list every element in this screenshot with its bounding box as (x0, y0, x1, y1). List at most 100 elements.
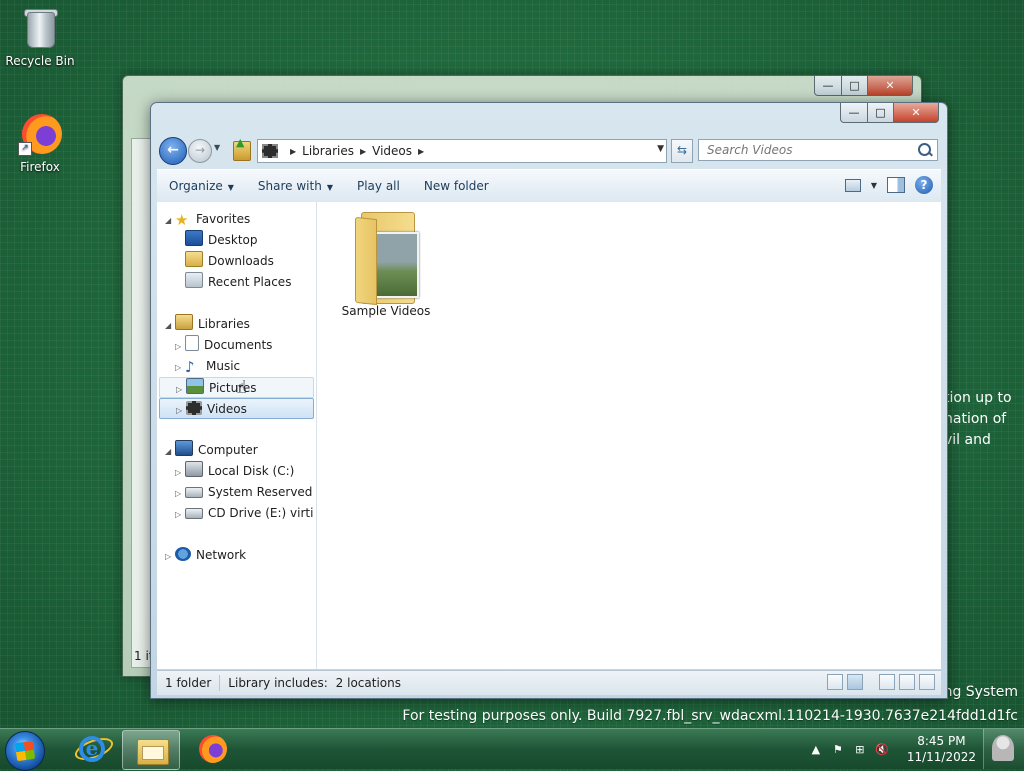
expand-arrow-icon[interactable]: ▷ (165, 546, 175, 566)
search-box[interactable] (698, 139, 938, 161)
nav-local-disk-c[interactable]: ▷ Local Disk (C:) (175, 461, 313, 482)
chevron-right-icon[interactable]: ▶ (360, 147, 366, 156)
system-tray: ▲ ⚑ ⊞ 🔇 8:45 PM 11/11/2022 (809, 729, 976, 769)
taskbar-internet-explorer[interactable]: e (62, 730, 118, 768)
address-bar[interactable]: ▶ Libraries ▶ Videos ▶ ▼ (257, 139, 667, 163)
nav-cd-drive-e[interactable]: ▷CD Drive (E:) virtio-v (175, 503, 313, 524)
library-locations-link[interactable]: 2 locations (336, 676, 401, 690)
breadcrumb-libraries[interactable]: Libraries (302, 144, 354, 158)
drive-icon (185, 487, 203, 498)
navigation-pane: ◢ ★ Favorites Desktop Downloads Recent Pla… (157, 202, 317, 669)
layout-details-pane-icon[interactable] (899, 674, 915, 690)
expand-arrow-icon[interactable]: ▷ (176, 400, 186, 418)
recent-pages-dropdown[interactable]: ▼ (214, 143, 224, 153)
nav-system-reserved-d[interactable]: ▷System Reserved (D: (175, 482, 313, 503)
volume-muted-icon[interactable]: 🔇 (875, 742, 889, 756)
file-list: Sample Videos (317, 202, 941, 669)
expand-arrow-icon[interactable]: ▷ (175, 483, 185, 503)
close-button[interactable]: ✕ (868, 76, 913, 96)
local-disk-icon (185, 461, 203, 477)
nav-music[interactable]: ▷ ♪ Music (175, 356, 313, 377)
firefox-icon: ↗ (18, 112, 62, 156)
action-center-flag-icon[interactable]: ⚑ (831, 742, 845, 756)
hand-cursor-icon: ☝ (236, 377, 247, 398)
network-tray-icon[interactable]: ⊞ (853, 742, 867, 756)
command-bar: Organize ▼ Share with ▼ Play all New folde… (157, 169, 941, 203)
organize-button[interactable]: Organize ▼ (157, 179, 246, 193)
nav-videos[interactable]: ▷ Videos (159, 398, 314, 419)
expand-arrow-icon[interactable]: ▷ (175, 336, 185, 356)
maximize-button[interactable]: □ (868, 103, 894, 123)
clock[interactable]: 8:45 PM 11/11/2022 (907, 733, 976, 765)
folder-item[interactable]: Sample Videos (341, 208, 431, 318)
help-icon[interactable]: ? (915, 176, 933, 194)
background-text: tion up to nation of vil and (944, 390, 1012, 448)
desktop-icon-recycle-bin[interactable]: Recycle Bin (0, 6, 80, 68)
breadcrumb-videos[interactable]: Videos (372, 144, 412, 158)
chevron-right-icon[interactable]: ▶ (418, 147, 424, 156)
nav-documents[interactable]: ▷ Documents (175, 335, 313, 356)
nav-network[interactable]: ▷ Network (165, 545, 313, 566)
change-view-icon[interactable] (844, 178, 861, 192)
new-folder-button[interactable]: New folder (412, 179, 501, 193)
up-folder-icon[interactable] (233, 136, 251, 161)
chevron-right-icon[interactable]: ▶ (290, 147, 296, 156)
desktop-icon (185, 230, 203, 246)
nav-downloads[interactable]: Downloads (185, 251, 313, 272)
minimize-button[interactable]: — (814, 76, 842, 96)
desktop-icon-label: Recycle Bin (5, 54, 75, 68)
downloads-icon (185, 251, 203, 267)
refresh-button[interactable]: ⇆ (671, 139, 693, 163)
show-hidden-icons-icon[interactable]: ▲ (809, 742, 823, 756)
search-icon[interactable] (918, 143, 931, 156)
nav-recent-places[interactable]: Recent Places (185, 272, 313, 293)
shortcut-arrow-icon: ↗ (18, 142, 32, 156)
windows-explorer-icon (137, 739, 169, 765)
clock-date: 11/11/2022 (906, 750, 976, 764)
back-button[interactable]: ← (159, 137, 187, 165)
pictures-icon (186, 378, 204, 394)
cd-drive-icon (185, 508, 203, 519)
nav-libraries[interactable]: ◢ Libraries (165, 314, 313, 335)
view-switcher (827, 674, 935, 690)
user-account-icon[interactable] (983, 729, 1024, 769)
chevron-down-icon[interactable]: ▼ (871, 181, 877, 190)
music-note-icon: ♪ (185, 358, 195, 376)
expand-arrow-icon[interactable]: ▷ (175, 462, 185, 482)
taskbar-firefox[interactable] (184, 730, 240, 768)
desktop-icon-firefox[interactable]: ↗ Firefox (0, 112, 80, 174)
minimize-button[interactable]: — (840, 103, 868, 123)
clock-time: 8:45 PM (917, 734, 966, 748)
expand-arrow-icon[interactable]: ▷ (176, 379, 186, 397)
expand-arrow-icon[interactable]: ◢ (165, 210, 175, 230)
chevron-down-icon: ▼ (227, 183, 234, 192)
search-input[interactable] (699, 140, 907, 160)
address-row: ← → ▼ ▶ Libraries ▶ Videos ▶ ▼ ⇆ (151, 133, 947, 167)
play-all-button[interactable]: Play all (345, 179, 412, 193)
large-icons-view-icon[interactable] (847, 674, 863, 690)
address-dropdown-icon[interactable]: ▼ (657, 144, 664, 154)
folder-icon (351, 208, 421, 306)
close-button[interactable]: ✕ (894, 103, 939, 123)
nav-computer[interactable]: ◢ Computer (165, 440, 313, 461)
start-button[interactable] (5, 731, 45, 771)
maximize-button[interactable]: □ (842, 76, 868, 96)
nav-desktop[interactable]: Desktop (185, 230, 313, 251)
details-view-icon[interactable] (827, 674, 843, 690)
share-with-button[interactable]: Share with ▼ (246, 179, 345, 193)
expand-arrow-icon[interactable]: ◢ (165, 315, 175, 335)
taskbar-windows-explorer[interactable] (122, 730, 180, 770)
recent-places-icon (185, 272, 203, 288)
preview-pane-icon[interactable] (887, 177, 905, 193)
recycle-bin-icon (18, 6, 62, 50)
content-area: ◢ ★ Favorites Desktop Downloads Recent Pla… (157, 202, 941, 669)
forward-button[interactable]: → (188, 139, 212, 163)
expand-arrow-icon[interactable]: ◢ (165, 441, 175, 461)
expand-arrow-icon[interactable]: ▷ (175, 357, 185, 377)
layout-preview-pane-icon[interactable] (919, 674, 935, 690)
nav-favorites[interactable]: ◢ ★ Favorites (165, 209, 313, 230)
firefox-icon (199, 735, 227, 763)
documents-icon (185, 335, 199, 351)
layout-navpane-icon[interactable] (879, 674, 895, 690)
expand-arrow-icon[interactable]: ▷ (175, 504, 185, 524)
